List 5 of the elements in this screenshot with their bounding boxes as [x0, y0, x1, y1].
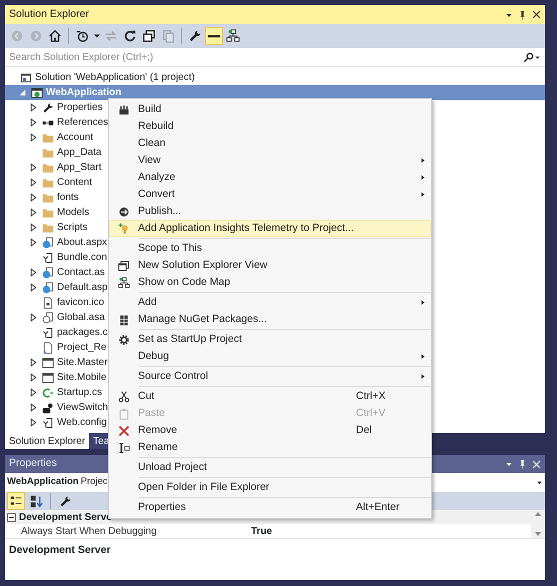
- property-name: Always Start When Debugging: [20, 524, 158, 538]
- property-value: True: [251, 524, 272, 538]
- description-title: Development Server: [8, 543, 112, 558]
- panel-title: Properties: [9, 456, 57, 472]
- panel-title: Solution Explorer: [9, 6, 89, 22]
